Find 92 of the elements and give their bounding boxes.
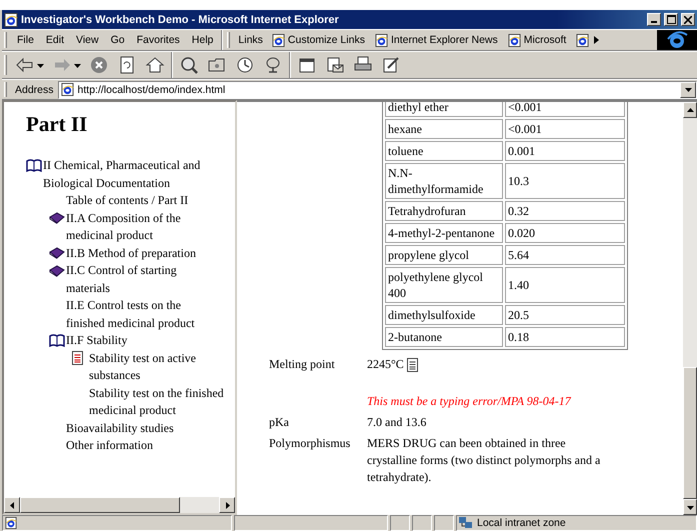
menu-item[interactable]: Edit — [40, 34, 70, 46]
close-button[interactable] — [681, 13, 695, 26]
table-cell: 4-methyl-2-pentanone — [385, 223, 503, 243]
document-icon — [72, 351, 83, 365]
table-cell: <0.001 — [504, 119, 625, 139]
minimize-icon — [651, 21, 657, 23]
closed-book-icon — [49, 212, 65, 224]
comment-text: This must be a typing error/MPA 98-04-17 — [367, 393, 572, 410]
address-field[interactable]: http://localhost/demo/index.html — [58, 80, 697, 98]
horizontal-scrollbar[interactable] — [4, 497, 235, 513]
edit-icon[interactable] — [381, 55, 401, 75]
window-title: Investigator's Workbench Demo - Microsoft Internet Explorer — [21, 14, 340, 26]
table-cell: polyethylene glycol 400 — [385, 267, 503, 303]
link[interactable]: Internet Explorer News — [370, 34, 503, 46]
closed-book-icon — [49, 247, 65, 259]
address-label: Address — [14, 84, 55, 96]
mail-icon[interactable] — [325, 55, 345, 75]
links-label: Links — [237, 34, 264, 46]
browser-icon — [4, 12, 18, 26]
history-icon[interactable] — [235, 55, 255, 75]
tree-item[interactable]: II Chemical, Pharmaceutical and Biological Documentation — [43, 157, 223, 192]
property-label: Melting point — [269, 356, 336, 373]
table-cell: 0.32 — [504, 201, 625, 221]
dropdown-button[interactable] — [680, 82, 696, 98]
search-icon[interactable] — [179, 55, 199, 75]
browser-icon — [576, 34, 590, 46]
property-label: Polymorphismus — [269, 435, 352, 452]
network-icon — [459, 517, 473, 529]
table-cell: hexane — [385, 119, 503, 139]
stop-icon[interactable] — [89, 55, 109, 75]
property-label: pKa — [269, 414, 290, 431]
arrow-icon — [224, 502, 230, 508]
menu-item[interactable]: View — [70, 34, 105, 46]
vertical-scrollbar[interactable] — [683, 102, 697, 515]
browser-icon — [374, 34, 388, 46]
zone-text: Local intranet zone — [477, 517, 566, 529]
table-cell: toluene — [385, 141, 503, 161]
browser-icon — [5, 517, 17, 529]
caret-icon — [74, 62, 81, 68]
menu-item[interactable]: Go — [104, 34, 131, 46]
property-value: 7.0 and 13.6 — [367, 414, 426, 431]
tree-item[interactable]: II.C Control of starting materials — [66, 262, 208, 297]
table-cell: 20.5 — [504, 305, 625, 325]
tree-item[interactable]: Bioavailability studies — [66, 420, 208, 437]
table-cell: Tetrahydrofuran — [385, 201, 503, 221]
link[interactable]: Microsoft — [502, 34, 572, 46]
open-book-icon — [49, 334, 65, 347]
closed-book-icon — [49, 264, 65, 276]
link[interactable]: Customize Links — [266, 34, 370, 46]
close-icon — [684, 16, 692, 24]
tree-item[interactable]: Stability test on active substances — [89, 350, 231, 384]
browser-icon — [60, 83, 74, 96]
browser-icon — [272, 34, 285, 46]
tree-item[interactable]: II.A Composition of the medicinal product — [66, 210, 208, 244]
maximize-button[interactable] — [664, 13, 678, 26]
tree-item[interactable]: II.B Method of preparation — [66, 244, 208, 262]
menu-item[interactable]: Favorites — [130, 34, 186, 46]
open-book-icon — [26, 159, 42, 172]
table-cell: 1.40 — [504, 267, 625, 303]
note-icon — [406, 358, 418, 372]
tree-item[interactable]: Other information — [66, 437, 208, 454]
home-icon[interactable] — [145, 55, 165, 75]
caret-icon — [686, 504, 694, 510]
arrow-icon — [686, 106, 694, 114]
table-cell: 2-butanone — [385, 327, 503, 347]
property-value: 2245°C — [367, 356, 404, 373]
tree-item[interactable]: Table of contents / Part II — [66, 192, 208, 210]
chevron-icon[interactable] — [594, 36, 600, 44]
property-value: MERS DRUG can been obtained in three crystalline forms (two distinct polymorphs and a tetrahydrate). — [367, 435, 602, 486]
pane-heading: Part II — [26, 112, 88, 137]
table-cell: 10.3 — [504, 163, 625, 199]
browser-icon — [508, 34, 521, 46]
table-cell: dimethylsulfoxide — [385, 305, 503, 325]
menu-item[interactable]: File — [11, 34, 40, 46]
caret-icon — [37, 62, 44, 68]
menu-item[interactable]: Help — [186, 34, 220, 46]
table-cell: propylene glycol — [385, 245, 503, 265]
tree-item[interactable]: II.E Control tests on the finished medicinal product — [66, 297, 208, 332]
tree-item[interactable]: II.F Stability — [66, 332, 208, 350]
table-cell: 0.001 — [504, 141, 625, 161]
table-cell: N.N-dimethylformamide — [385, 163, 503, 199]
table-cell: 5.64 — [504, 245, 625, 265]
table-cell: 0.18 — [504, 327, 625, 347]
table-cell: <0.001 — [504, 102, 625, 117]
back-icon[interactable] — [15, 55, 35, 75]
table-cell: diethyl ether — [385, 102, 503, 117]
caret-icon — [684, 86, 692, 93]
tree-item[interactable]: Stability test on the finished medicinal product — [89, 384, 231, 420]
table-cell: 0.020 — [504, 223, 625, 243]
minimize-button[interactable] — [647, 13, 661, 26]
maximize-icon — [666, 15, 676, 24]
arrow-icon — [8, 502, 16, 508]
